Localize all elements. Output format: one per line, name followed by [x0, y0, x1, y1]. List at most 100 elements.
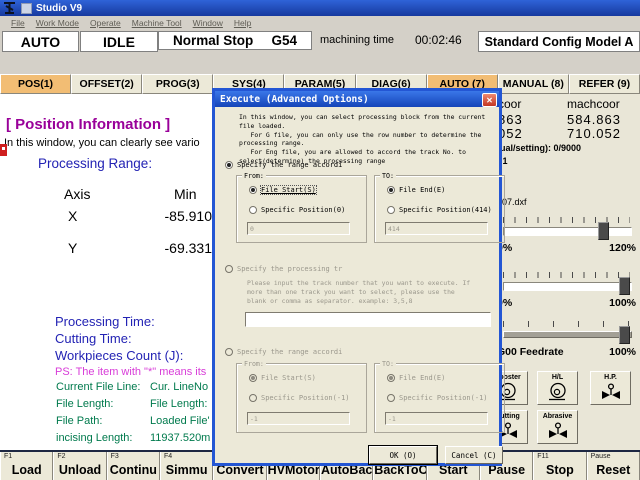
processing-range-title: Processing Range:: [38, 156, 153, 171]
slider-thumb[interactable]: [619, 326, 630, 344]
axis-y-label: Y: [68, 240, 78, 256]
radio-icon[interactable]: [249, 206, 257, 214]
radio-icon[interactable]: [225, 161, 233, 169]
from-specific-position-radio[interactable]: Specific Position(0): [249, 206, 345, 214]
file-start-radio-2[interactable]: File Start(S): [249, 374, 316, 382]
radio-icon[interactable]: [387, 374, 395, 382]
file-line-label: Current File Line:: [56, 381, 141, 393]
reset-button[interactable]: Pause Reset: [586, 452, 640, 480]
ok-button[interactable]: OK (O): [369, 446, 437, 464]
track-help-text: Please input the track number that you w…: [247, 279, 471, 305]
from-group: From: File Start(S) Specific Position(0): [236, 172, 367, 243]
valve-icon: [546, 421, 570, 446]
menu-window[interactable]: Window: [193, 18, 223, 28]
file-line-value: Cur. LineNo: [150, 381, 209, 393]
menu-work-mode[interactable]: Work Mode: [36, 18, 79, 28]
abrasive-button[interactable]: Abrasive: [537, 410, 578, 444]
g00-feedrate-label: G00 Feedrate: [497, 346, 564, 358]
tab-pos[interactable]: POS(1): [0, 74, 72, 94]
to-specific-position-radio-2[interactable]: Specific Position(-1): [387, 394, 488, 402]
slider-ticks: [503, 217, 630, 223]
cancel-button[interactable]: Cancel (C): [445, 446, 503, 464]
file-start-radio[interactable]: File Start(S): [249, 185, 317, 195]
slider-ticks: [503, 272, 630, 278]
machcoor-y-value: 710.052: [567, 126, 621, 141]
slider-track[interactable]: [503, 282, 632, 291]
tab-prog[interactable]: PROG(3): [142, 74, 214, 94]
window-title: Studio V9: [36, 2, 83, 14]
menu-help[interactable]: Help: [234, 18, 251, 28]
slider1-max-label: 120%: [609, 242, 636, 254]
continue-button[interactable]: F3 Continu: [106, 452, 160, 480]
radio-icon[interactable]: [249, 374, 257, 382]
left-edge-marker: [0, 144, 7, 156]
to-specific-position-radio[interactable]: Specific Position(414): [387, 206, 492, 214]
spindle-setting-fragment: tual/setting): 0/9000: [497, 143, 582, 153]
tab-manual[interactable]: MANUAL (8): [497, 74, 569, 94]
unload-button[interactable]: F2 Unload: [53, 452, 107, 480]
status-state: IDLE: [80, 31, 158, 52]
to-group-2: TO: File End(E) Specific Position(-1): [374, 360, 505, 433]
slider-track[interactable]: [503, 227, 632, 236]
load-button[interactable]: F1 Load: [0, 452, 54, 480]
slider-thumb[interactable]: [619, 277, 630, 295]
app-icon: [2, 2, 17, 14]
radio-icon[interactable]: [387, 186, 395, 194]
file-length-label: File Length:: [56, 398, 114, 410]
execute-advanced-options-dialog: Execute (Advanced Options) ✕ In this win…: [212, 88, 505, 466]
machcoor-x-value: 584.863: [567, 112, 621, 127]
radio-icon[interactable]: [249, 394, 257, 402]
menu-machine-tool[interactable]: Machine Tool: [132, 18, 182, 28]
window-titlebar: Studio V9: [0, 0, 640, 16]
from-position-input[interactable]: [247, 222, 350, 235]
machcoor-header: machcoor: [567, 97, 620, 111]
status-stop-mode: Normal Stop: [173, 33, 254, 48]
close-icon[interactable]: ✕: [482, 93, 497, 107]
radio-icon[interactable]: [249, 186, 257, 194]
incising-length-label: incising Length:: [56, 432, 133, 444]
dialog-intro-text: In this window, you can select processin…: [239, 113, 486, 165]
ps-note: PS: The item with "*" means its: [55, 366, 207, 378]
stop-button[interactable]: F11 Stop: [533, 452, 587, 480]
track-radio[interactable]: Specify the processing tr: [225, 265, 342, 273]
axis-x-min: -85.910: [164, 208, 212, 224]
range-radio-1[interactable]: Specify the range accordi: [225, 161, 342, 169]
axis-header: Axis: [64, 186, 91, 202]
cutting-time-label: Cutting Time:: [55, 331, 132, 346]
slider-track[interactable]: [503, 331, 632, 338]
tab-refer[interactable]: REFER (9): [568, 74, 640, 94]
simulate-button[interactable]: F4 Simmu: [159, 452, 214, 480]
radio-icon[interactable]: [387, 206, 395, 214]
file-end-radio-2[interactable]: File End(E): [387, 374, 445, 382]
to-position-input[interactable]: [385, 222, 488, 235]
min-header: Min: [174, 186, 197, 202]
axis-y-min: -69.331: [164, 240, 212, 256]
menu-file[interactable]: File: [11, 18, 25, 28]
high-low-button[interactable]: H/L: [537, 371, 578, 405]
menu-operate[interactable]: Operate: [90, 18, 121, 28]
to-position-input-2[interactable]: [385, 412, 488, 425]
file-path-value: Loaded File': [150, 415, 210, 427]
dialog-title: Execute (Advanced Options): [220, 93, 369, 105]
slider2-max-label: 100%: [609, 297, 636, 309]
radio-icon[interactable]: [225, 348, 233, 356]
tab-offset[interactable]: OFFSET(2): [71, 74, 143, 94]
from-specific-position-radio-2[interactable]: Specific Position(-1): [249, 394, 350, 402]
file-length-value: File Length:: [150, 398, 208, 410]
from-position-input-2[interactable]: [247, 412, 350, 425]
radio-icon[interactable]: [225, 265, 233, 273]
radio-icon[interactable]: [387, 394, 395, 402]
valve-icon: [599, 382, 623, 407]
g00-feedrate-slider: G00 Feedrate 100%: [497, 321, 636, 363]
track-number-input[interactable]: [245, 312, 491, 327]
range-radio-2[interactable]: Specify the range accordi: [225, 348, 342, 356]
status-mode: AUTO: [2, 31, 79, 52]
file-end-radio[interactable]: File End(E): [387, 186, 445, 194]
slider-thumb[interactable]: [598, 222, 609, 240]
panel-description: In this window, you can clearly see vari…: [4, 137, 200, 149]
pump-icon: [547, 382, 569, 407]
high-pressure-button[interactable]: H.P.: [590, 371, 631, 405]
machining-time-label: machining time: [320, 34, 394, 46]
workpieces-count-label: Workpieces Count (J):: [55, 348, 184, 363]
processing-time-label: Processing Time:: [55, 314, 155, 329]
